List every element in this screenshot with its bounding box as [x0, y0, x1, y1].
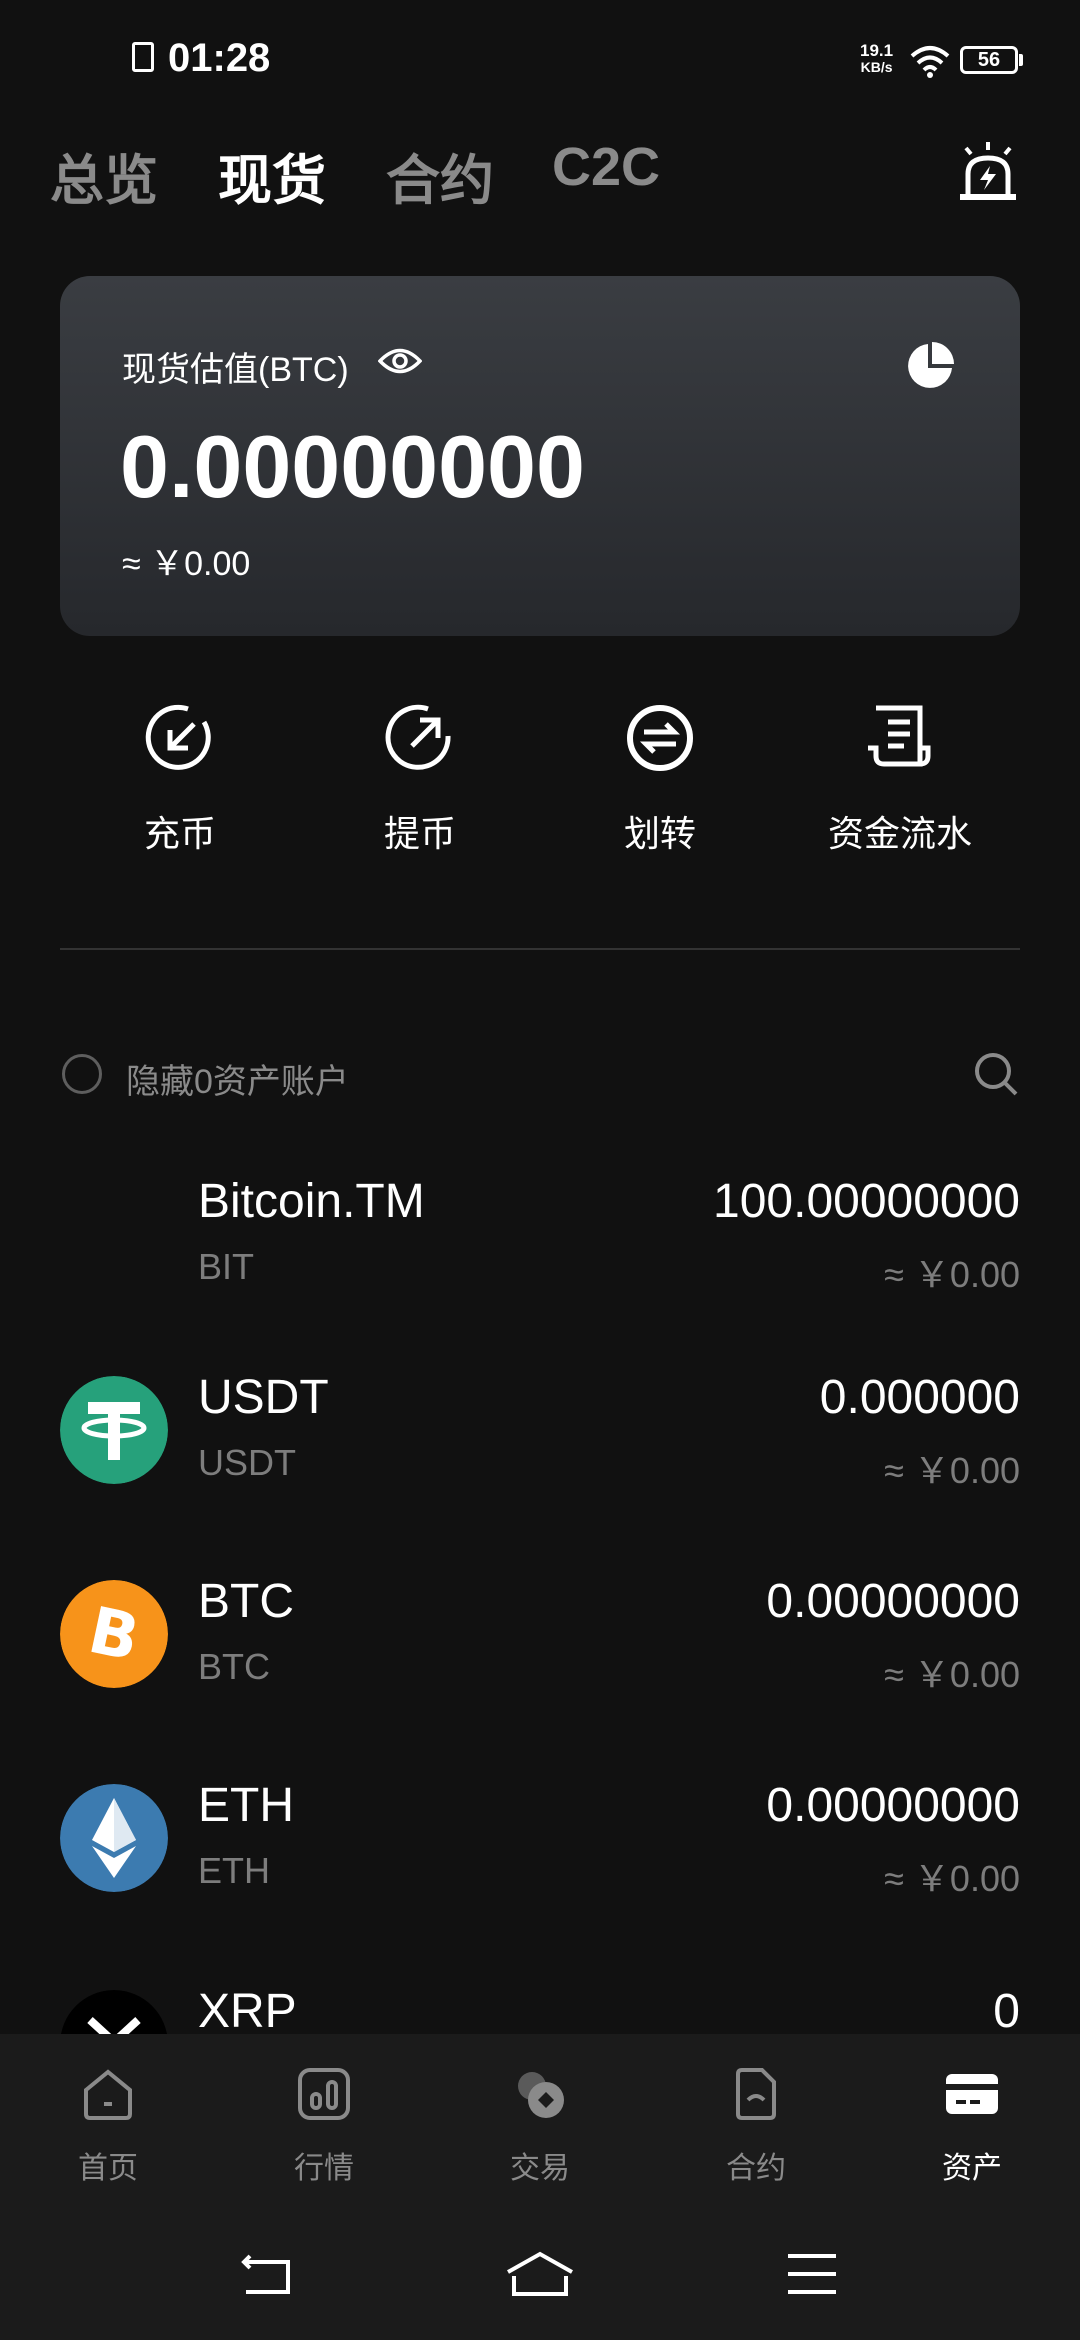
asset-name: XRP: [198, 1985, 297, 2038]
network-speed-unit: KB/s: [860, 59, 893, 75]
nav-home[interactable]: 首页: [0, 2064, 216, 2187]
hide-zero-checkbox[interactable]: [62, 1054, 102, 1094]
nav-contract[interactable]: 合约: [648, 2064, 864, 2187]
asset-symbol: ETH: [198, 1850, 270, 1891]
network-speed-value: 19.1: [860, 41, 894, 60]
nav-market-label: 行情: [294, 2152, 354, 2185]
asset-amount: 0.000000: [819, 1371, 1020, 1424]
asset-name: USDT: [198, 1371, 329, 1424]
asset-symbol: BTC: [198, 1646, 270, 1687]
deposit-button[interactable]: 充币: [60, 700, 300, 857]
transfer-label: 划转: [623, 813, 696, 854]
asset-symbol: BIT: [198, 1246, 255, 1287]
valuation-cny: ≈ ￥0.00: [122, 545, 251, 583]
asset-row-usdt[interactable]: USDT USDT 0.000000 ≈ ￥0.00: [0, 1371, 1080, 1576]
nav-home-label: 首页: [78, 2152, 138, 2185]
nav-trade[interactable]: 交易: [432, 2064, 648, 2187]
valuation-label: 现货估值(BTC): [122, 351, 349, 389]
asset-amount: 100.00000000: [713, 1175, 1020, 1228]
bottom-nav: 首页 行情 交易 合约 资产: [0, 2034, 1080, 2194]
withdraw-button[interactable]: 提币: [300, 700, 540, 857]
asset-row-bit[interactable]: Bitcoin.TM BIT 100.00000000 ≈ ￥0.00: [0, 1175, 1080, 1380]
deposit-label: 充币: [143, 813, 216, 854]
wifi-icon: [910, 46, 950, 78]
hide-zero-label[interactable]: 隐藏0资产账户: [126, 1054, 349, 1103]
tab-c2c[interactable]: C2C: [552, 136, 660, 198]
system-navigation-bar: [0, 2194, 1080, 2340]
asset-amount: 0.00000000: [766, 1779, 1020, 1832]
transfer-button[interactable]: 划转: [540, 700, 780, 857]
status-time: 01:28: [168, 36, 271, 80]
nav-market[interactable]: 行情: [216, 2064, 432, 2187]
menu-icon[interactable]: [786, 2252, 838, 2296]
home-system-icon[interactable]: [504, 2250, 576, 2298]
battery-indicator: 56: [960, 46, 1018, 74]
asset-name: ETH: [198, 1779, 294, 1832]
asset-cny-value: ≈ ￥0.00: [884, 1858, 1020, 1899]
tab-spot[interactable]: 现货: [218, 136, 326, 215]
nav-assets-label: 资产: [942, 2152, 1002, 2185]
eth-logo-icon: [60, 1784, 168, 1892]
transfer-icon: [627, 705, 693, 771]
asset-name: BTC: [198, 1575, 294, 1628]
btc-logo-icon: B: [60, 1580, 168, 1688]
divider: [60, 948, 1020, 950]
battery-level: 56: [977, 48, 1001, 71]
valuation-value: 0.00000000: [120, 417, 585, 516]
back-icon[interactable]: [240, 2252, 296, 2296]
eye-icon[interactable]: [378, 346, 422, 376]
asset-cny-value: ≈ ￥0.00: [884, 1654, 1020, 1695]
market-icon: [298, 2068, 350, 2120]
ledger-button[interactable]: 资金流水: [780, 700, 1020, 857]
tab-contract[interactable]: 合约: [386, 136, 494, 215]
deposit-icon: [145, 704, 211, 770]
sim-icon: [132, 42, 154, 72]
contract-icon: [736, 2068, 776, 2120]
asset-cny-value: ≈ ￥0.00: [884, 1450, 1020, 1491]
tab-overview[interactable]: 总览: [50, 136, 158, 215]
asset-row-eth[interactable]: ETH ETH 0.00000000 ≈ ￥0.00: [0, 1779, 1080, 1984]
asset-symbol: USDT: [198, 1442, 296, 1483]
alarm-icon[interactable]: [956, 140, 1020, 204]
network-speed: 19.1 KB/s: [860, 42, 893, 76]
pie-chart-icon[interactable]: [904, 340, 956, 392]
asset-amount: 0.00000000: [766, 1575, 1020, 1628]
ledger-icon: [868, 705, 931, 767]
usdt-logo-icon: [60, 1376, 168, 1484]
nav-assets[interactable]: 资产: [864, 2064, 1080, 2187]
battery-tip: [1019, 54, 1023, 66]
asset-cny-value: ≈ ￥0.00: [884, 1254, 1020, 1295]
asset-name: Bitcoin.TM: [198, 1175, 425, 1228]
home-icon: [84, 2069, 132, 2120]
withdraw-label: 提币: [383, 813, 456, 854]
search-icon[interactable]: [972, 1050, 1020, 1098]
asset-row-btc[interactable]: B BTC BTC 0.00000000 ≈ ￥0.00: [0, 1575, 1080, 1780]
ledger-label: 资金流水: [827, 813, 972, 854]
nav-contract-label: 合约: [726, 2152, 786, 2185]
asset-amount: 0: [993, 1985, 1020, 2038]
spot-valuation-card: 现货估值(BTC) 0.00000000 ≈ ￥0.00: [60, 276, 1020, 636]
nav-trade-label: 交易: [510, 2152, 570, 2185]
wallet-icon: [946, 2074, 998, 2114]
withdraw-icon: [385, 704, 451, 770]
trade-icon: [518, 2072, 564, 2118]
